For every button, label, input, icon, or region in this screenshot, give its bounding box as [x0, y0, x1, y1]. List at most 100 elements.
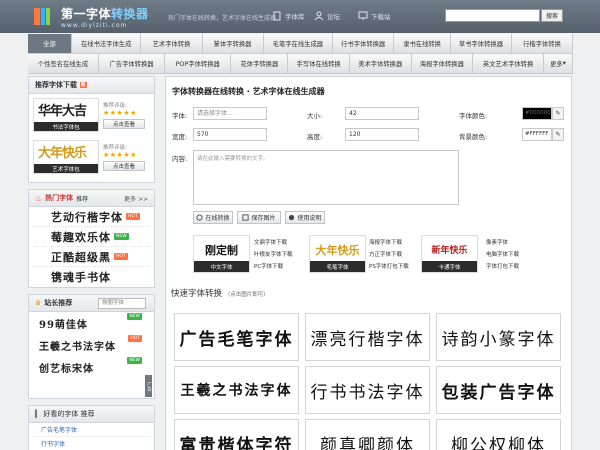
quick-font-card[interactable]: 行书书法字体 [305, 366, 430, 414]
download-link[interactable]: 叶根友字体下载 [254, 249, 293, 261]
nav-tab-art-font[interactable]: 艺术字体转换 [141, 34, 203, 54]
nav-tab-signature[interactable]: 个性签名在线生成 [28, 54, 99, 74]
sidebar: 推荐字体下载 新 华年大吉 书法字体包 推荐评级: ★★★★★ 点击查看 大年快… [28, 76, 155, 450]
nav-tab-more[interactable]: 更多 ▾ [544, 54, 573, 74]
download-links-cartoon: 像素字体 电脑字体下载 字体打包下载 [486, 237, 519, 273]
site-search-input[interactable]: 恢图字体 [98, 298, 146, 309]
bookmark-icon: ▍ [35, 410, 41, 418]
view-button[interactable]: 点击查看 [103, 119, 145, 129]
hot-font-item[interactable]: 正酷超级黑 HOT [33, 247, 150, 267]
hot-font-item[interactable]: 镌魂手书体 [33, 267, 150, 287]
site-font-item[interactable]: 创艺标宋体 NEW [35, 356, 148, 378]
rating-stars: ★★★★★ [103, 151, 137, 159]
download-link[interactable]: 字体打包下载 [486, 261, 519, 273]
download-banner-chinese[interactable]: 刚定制 中文字体 [193, 235, 250, 273]
quick-font-card[interactable]: 柳公权柳体 [436, 419, 561, 450]
logo-subtitle: www.diyiziti.com [61, 22, 128, 29]
hot-more-link[interactable]: 更多 >> [124, 194, 148, 203]
nav-tab-semi-cursive[interactable]: 行楷字体转换 [511, 34, 573, 54]
view-button[interactable]: 点击查看 [103, 161, 145, 171]
recommend-item-image[interactable]: 华年大吉 书法字体包 [33, 98, 99, 132]
quick-font-card[interactable]: 包装广告字体 [436, 366, 561, 414]
site-logo[interactable]: 第一字体转换器 www.diyiziti.com [29, 2, 157, 31]
site-font-item[interactable]: 99萌佳体 NEW [35, 312, 148, 334]
nav-tab-handwriting[interactable]: 手写体在线转换 [288, 54, 350, 74]
category-nav-row-2: 个性签名在线生成 广告字体转换器 POP字体转换器 花体字转换器 手写体在线转换… [28, 54, 573, 74]
nav-tab-calligraphy[interactable]: 在线书法字体生成 [71, 34, 142, 54]
refresh-icon [196, 214, 204, 221]
nav-tab-ad-font[interactable]: 广告字体转换器 [98, 54, 166, 74]
nav-tab-brush-font[interactable]: 毛笔字在线生成器 [263, 34, 334, 54]
nav-tab-seal-font[interactable]: 篆体字转换器 [202, 34, 264, 54]
recommend-item: 大年快乐 艺术字体包 推荐评级: ★★★★★ 点击查看 [33, 140, 150, 178]
nav-tab-poster[interactable]: 海报字体转换器 [411, 54, 474, 74]
download-link[interactable]: 电脑字体下载 [486, 249, 519, 261]
download-link[interactable]: 方正字体下载 [369, 249, 409, 261]
nav-tab-clerical[interactable]: 隶书在线转换 [394, 34, 451, 54]
download-link[interactable]: PC字体下载 [254, 261, 293, 273]
quick-convert-title: 快速字体转换 （点击图片即可） [171, 289, 269, 299]
hot-fonts-header: ♨ 热门字体 推荐 更多 >> [29, 190, 154, 207]
header-search-button[interactable]: 搜索 [541, 9, 563, 22]
quick-font-card[interactable]: 王羲之书法字体 [174, 366, 299, 414]
recommend-download-box: 推荐字体下载 新 华年大吉 书法字体包 推荐评级: ★★★★★ 点击查看 大年快… [28, 76, 155, 183]
monitor-icon [358, 11, 368, 20]
bg-color-input[interactable]: #FFFFFF [522, 128, 552, 141]
content-textarea[interactable]: 请在此输入需要转换的文字。 [193, 150, 459, 205]
good-font-link[interactable]: 广告毛笔字体 [33, 423, 150, 437]
font-label: 字体: [172, 112, 188, 120]
size-input[interactable]: 42 [345, 107, 419, 120]
bg-color-picker[interactable]: ✎ [552, 128, 564, 141]
nav-tab-english-art[interactable]: 英文艺术字体转换 [473, 54, 545, 74]
category-nav-row-1: 全部 在线书法字体生成 艺术字体转换 篆体字转换器 毛笔字在线生成器 行书字体转… [28, 34, 573, 54]
hot-font-item[interactable]: 莓趣欢乐体 NEW [33, 227, 150, 247]
fire-icon: ♨ [35, 193, 43, 203]
page-title: 字体转换器在线转换 · 艺术字体在线生成器 [172, 87, 325, 96]
font-select[interactable]: 请选择字体... [193, 107, 267, 120]
nav-tab-all[interactable]: 全部 [28, 34, 72, 54]
download-link[interactable]: PS字体打包下载 [369, 261, 409, 273]
chevron-down-icon: ▾ [562, 60, 566, 67]
info-icon [289, 214, 295, 221]
height-label: 高度: [307, 133, 323, 141]
quick-font-card[interactable]: 颜真卿颜体 [305, 419, 430, 450]
height-input[interactable]: 120 [345, 128, 419, 141]
download-links-chinese: 文鼎字体下载 叶根友字体下载 PC字体下载 [254, 237, 293, 273]
download-link[interactable]: 像素字体 [486, 237, 519, 249]
save-image-button[interactable]: 保存图片 [237, 211, 281, 224]
font-color-picker[interactable]: ✎ [552, 107, 564, 120]
document-icon [273, 11, 281, 21]
site-font-item[interactable]: 王羲之书法字体 HOT [35, 334, 148, 356]
hot-font-item[interactable]: 艺动行楷字体 HOT [33, 207, 150, 227]
quick-font-card[interactable]: 广告毛笔字体 [174, 313, 299, 361]
nav-tab-cursive[interactable]: 草书字体转换器 [450, 34, 512, 54]
download-link[interactable]: 海报字体下载 [369, 237, 409, 249]
download-links-brush: 海报字体下载 方正字体下载 PS字体打包下载 [369, 237, 409, 273]
good-fonts-box: ▍ 好看的字体 推荐 广告毛笔字体 行书字体 [28, 405, 155, 450]
quick-font-card[interactable]: 诗韵小篆字体 [436, 313, 561, 361]
download-banner-cartoon[interactable]: 新年快乐 卡通字体 [421, 235, 478, 273]
download-banner-brush[interactable]: 大年快乐 毛笔字体 [309, 235, 366, 273]
download-link[interactable]: 文鼎字体下载 [254, 237, 293, 249]
download-site-link[interactable]: 下载站 [358, 11, 391, 21]
nav-tab-pop-font[interactable]: POP字体转换器 [165, 54, 232, 74]
help-button[interactable]: 使用说明 [285, 211, 325, 224]
nav-tab-fancy-font[interactable]: 花体字转换器 [231, 54, 289, 74]
nav-tab-running-script[interactable]: 行书字体转换器 [333, 34, 395, 54]
good-fonts-header: ▍ 好看的字体 推荐 [29, 406, 154, 423]
nav-tab-artistic[interactable]: 美术字体转换器 [349, 54, 412, 74]
convert-button[interactable]: 在线转换 [193, 211, 233, 224]
site-recommend-box: ♛ 站长推荐 恢图字体 99萌佳体 NEW 王羲之书法字体 HOT 创艺标宋体 NEW… [28, 294, 155, 399]
ad-side-tag[interactable]: 广告 [145, 375, 152, 397]
recommend-item-image[interactable]: 大年快乐 艺术字体包 [33, 140, 99, 174]
user-icon [314, 11, 324, 21]
good-font-link[interactable]: 行书字体 [33, 437, 150, 450]
font-library-link[interactable]: 字体库 [272, 11, 305, 21]
header-search-input[interactable] [445, 9, 540, 22]
font-color-input[interactable]: #000000 [522, 107, 552, 120]
forum-link[interactable]: 论坛 [314, 11, 340, 21]
quick-font-card[interactable]: 漂亮行楷字体 [305, 313, 430, 361]
quick-font-card[interactable]: 富贵楷体字符 [174, 419, 299, 450]
site-recommend-header: ♛ 站长推荐 恢图字体 [29, 295, 154, 312]
width-input[interactable]: 570 [193, 128, 267, 141]
